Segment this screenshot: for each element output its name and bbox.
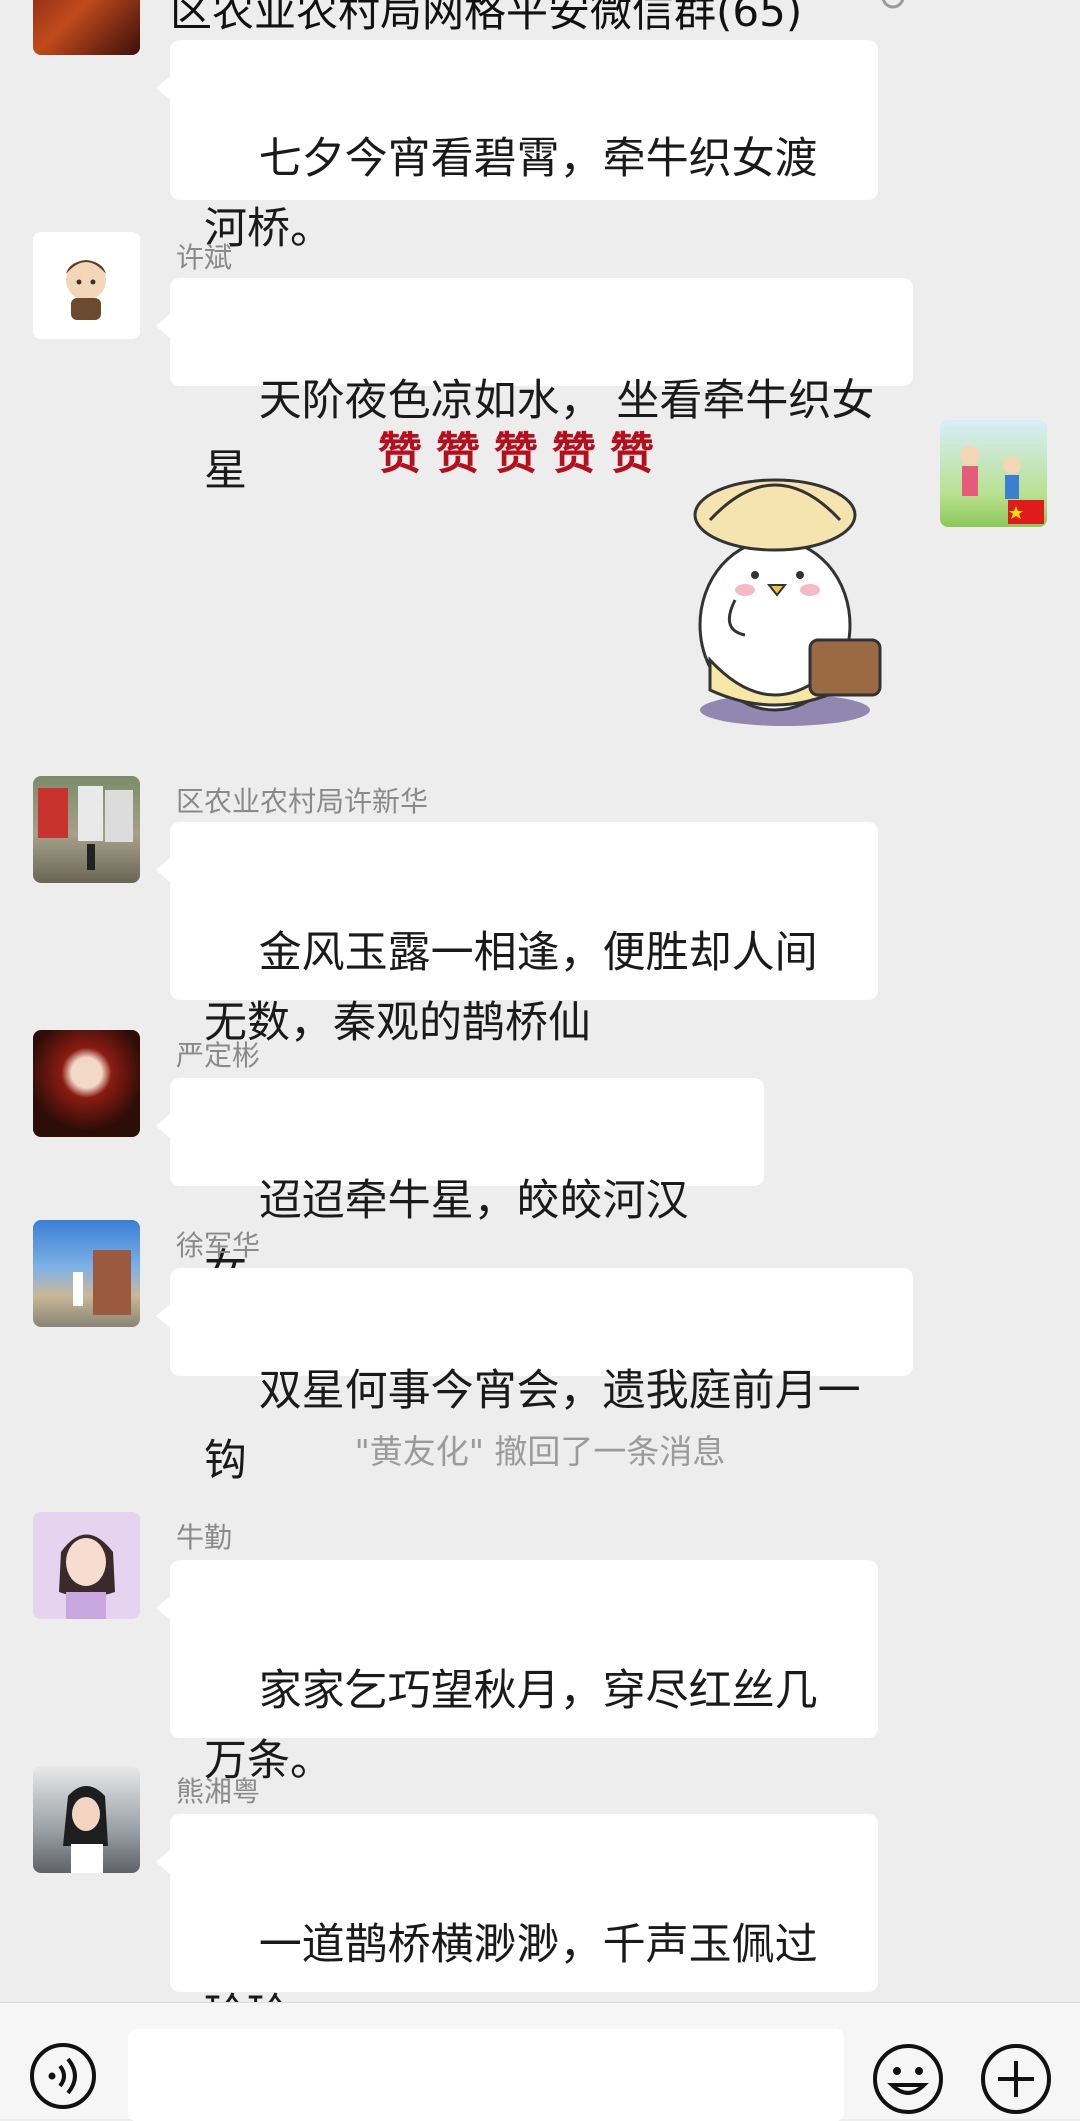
cartoon-girl-icon (33, 1512, 140, 1619)
photo-icon (38, 786, 133, 870)
message-bubble[interactable]: 天阶夜色凉如水， 坐看牵牛织女星 (156, 278, 913, 496)
recall-notice: "黄友化" 撤回了一条消息 (354, 1432, 726, 1471)
message-bubble[interactable]: 金风玉露一相逢，便胜却人间无数，秦观的鹊桥仙 (156, 822, 878, 1048)
message-bubble[interactable]: 迢迢牵牛星，皎皎河汉女。 (156, 1078, 764, 1296)
children-flag-icon (960, 445, 1044, 524)
avatar[interactable] (33, 1030, 140, 1137)
sender-name: 徐军华 (176, 1229, 261, 1262)
duck-sticker-icon[interactable] (595, 430, 895, 730)
avatar[interactable] (33, 1512, 140, 1619)
photo-icon (73, 1250, 131, 1315)
self-avatar[interactable] (940, 420, 1047, 527)
sender-name: 牛勤 (176, 1521, 233, 1554)
sender-name: 区农业农村局许新华 (176, 785, 429, 818)
message-bubble[interactable]: 家家乞巧望秋月，穿尽红丝几万条。 (156, 1560, 878, 1786)
avatar[interactable] (33, 0, 140, 55)
message-bubble[interactable]: 双星何事今宵会，遗我庭前月一钩 (156, 1268, 913, 1486)
avatar[interactable] (33, 1220, 140, 1327)
input-bar (0, 2002, 1080, 2121)
cartoon-boy-icon (33, 232, 140, 339)
message-input[interactable] (128, 2029, 844, 2121)
message-bubble[interactable]: 七夕今宵看碧霄，牵牛织女渡河桥。 (156, 40, 878, 254)
mute-icon (881, 0, 905, 9)
chat-title: 区农业农村局网格平安微信群(65) (170, 0, 803, 36)
photo-icon (63, 1786, 108, 1873)
sender-name: 许斌 (176, 241, 233, 274)
voice-icon[interactable] (28, 2041, 98, 2111)
avatar[interactable] (33, 232, 140, 339)
avatar[interactable] (33, 1766, 140, 1873)
message-bubble[interactable]: 一道鹊桥横渺渺，千声玉佩过玲玲。 (156, 1814, 878, 2040)
sender-name: 严定彬 (176, 1039, 261, 1072)
plus-icon[interactable] (978, 2041, 1054, 2117)
avatar[interactable] (33, 776, 140, 883)
sender-name: 熊湘粤 (176, 1775, 261, 1808)
emoji-icon[interactable] (870, 2041, 946, 2117)
